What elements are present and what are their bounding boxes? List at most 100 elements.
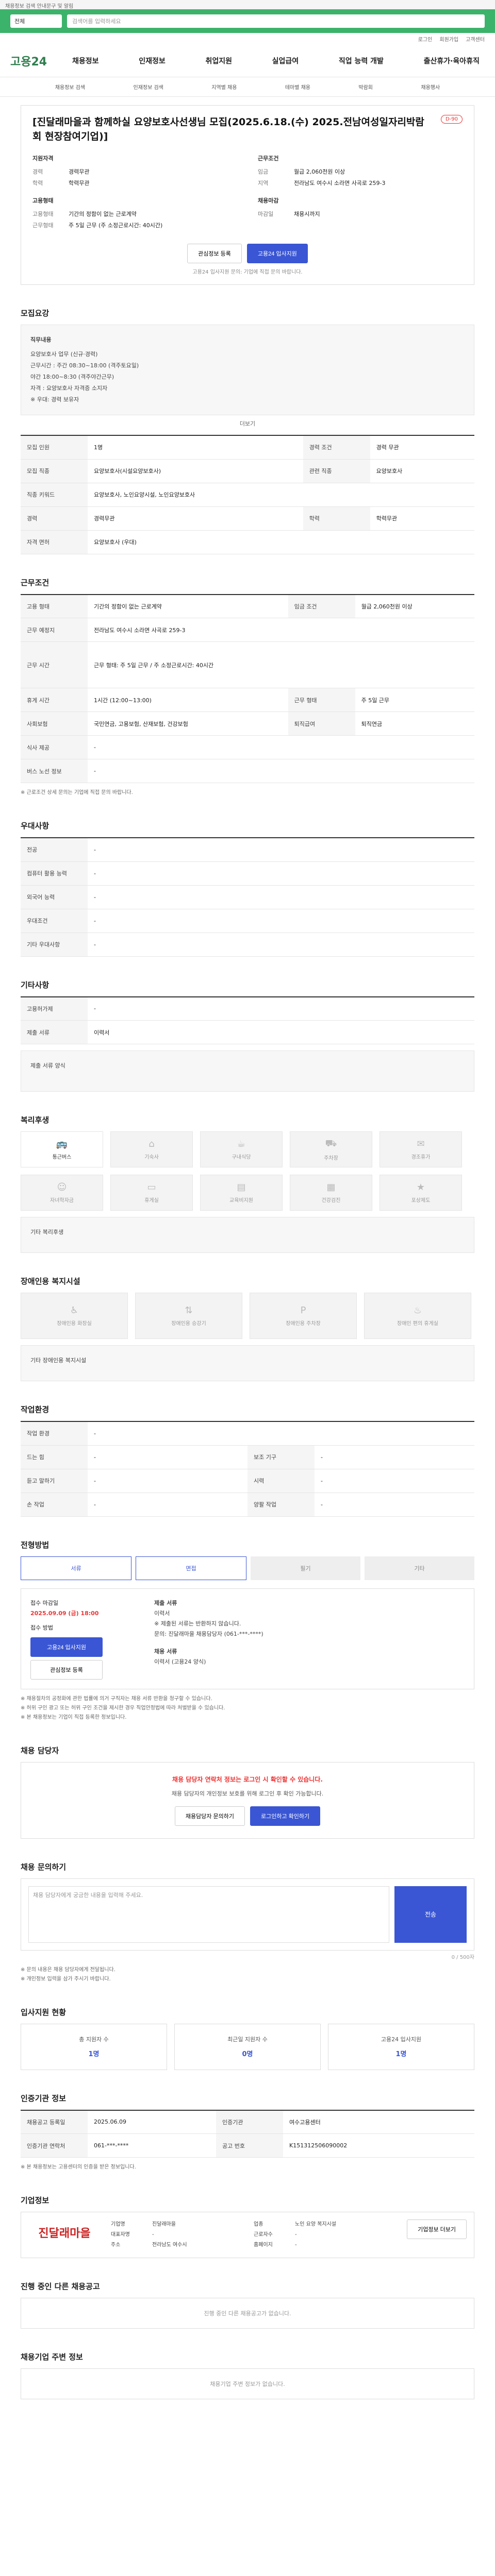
process-step: 기타 — [365, 1556, 474, 1580]
qa-note-line: ※ 개인정보 입력을 삼가 주시기 바랍니다. — [21, 1976, 111, 1982]
section-title-company: 기업정보 — [21, 2196, 50, 2205]
welfare-label: 건강검진 — [321, 1198, 341, 1204]
kv-key: 고용형태 — [32, 211, 54, 217]
apply-button-bottom[interactable]: 고용24 입사지원 — [30, 1637, 103, 1657]
sub-menu-item[interactable]: 테마별 채용 — [285, 83, 310, 91]
stat-value: 1명 — [395, 2050, 407, 2058]
welfare-label: 기숙사 — [144, 1155, 159, 1160]
table-value: 요양보호사 — [370, 459, 474, 483]
table-key: 기타 우대사항 — [21, 933, 88, 957]
company-key: 기업명 — [111, 2222, 125, 2227]
table-value: 월급 2,060천원 이상 — [355, 594, 474, 618]
table-key: 전공 — [21, 838, 88, 862]
search-input[interactable]: 검색어를 입력하세요 — [67, 14, 485, 28]
kv-key: 학력 — [32, 180, 43, 187]
table-key: 직종 키워드 — [21, 483, 88, 507]
menu-item[interactable]: 인재정보 — [139, 56, 166, 66]
other-jobs-empty: 진행 중인 다른 채용공고가 없습니다. — [21, 2298, 474, 2329]
qa-send-button[interactable]: 전송 — [394, 1886, 467, 1943]
table-key: 경력 조건 — [303, 435, 370, 460]
table-key: 채용공고 등록일 — [21, 2110, 88, 2134]
attachment-link[interactable]: 제출 서류 양식 — [30, 1062, 65, 1069]
table-value: 경력 무관 — [370, 435, 474, 460]
table-value: 요양보호사 (우대) — [88, 530, 474, 554]
menu-item[interactable]: 출산휴가·육아휴직 — [424, 56, 480, 66]
sub-menu-item[interactable]: 채용정보 검색 — [55, 83, 85, 91]
sub-menu-item[interactable]: 인재정보 검색 — [133, 83, 163, 91]
company-logo: 진달래마을 — [38, 2227, 91, 2240]
contact-alert: 채용 담당자 연락처 정보는 로그인 시 확인할 수 있습니다. — [172, 1775, 323, 1783]
menu-item[interactable]: 취업지원 — [205, 56, 232, 66]
table-key: 드는 힘 — [21, 1445, 88, 1469]
table-value: 1시간 (12:00~13:00) — [88, 688, 288, 712]
welfare-label: 통근버스 — [52, 1155, 72, 1160]
contact-desc: 채용 담당자의 개인정보 보호를 위해 로그인 후 확인 가능합니다. — [171, 1790, 324, 1797]
help-link[interactable]: 고객센터 — [466, 35, 485, 43]
stat-label: 총 지원자 수 — [79, 2036, 109, 2043]
scrap-button-bottom[interactable]: 관심정보 등록 — [30, 1659, 103, 1680]
table-row: 직종 키워드 요양보호사, 노인요양시설, 노인요양보호사 — [21, 483, 474, 507]
table-value: - — [88, 885, 474, 909]
stat-label: 최근일 지원자 수 — [227, 2036, 268, 2043]
menu-item[interactable]: 채용정보 — [72, 56, 99, 66]
etc-table: 고용허가제 - 제출 서류 이력서 — [21, 996, 474, 1044]
facility-item: ♿ 장애인용 화장실 — [21, 1293, 128, 1339]
table-value: 이력서 — [88, 1020, 474, 1044]
table-value: 2025.06.09 — [88, 2110, 217, 2134]
site-logo[interactable]: 고용24 — [10, 53, 72, 69]
apply-button[interactable]: 고용24 입사지원 — [246, 244, 308, 263]
table-row: 전공 - — [21, 838, 474, 862]
welfare-item: ★ 포상제도 — [380, 1175, 462, 1211]
facility-label: 장애인용 주차장 — [286, 1321, 321, 1327]
qa-box: 채용 담당자에게 궁금한 내용을 입력해 주세요. 전송 — [21, 1878, 474, 1951]
signup-link[interactable]: 회원가입 — [439, 35, 458, 43]
table-value: 경력무관 — [88, 506, 303, 531]
table-row: 기타 우대사항 - — [21, 933, 474, 957]
menu-item[interactable]: 실업급여 — [272, 56, 299, 66]
contact-login-button[interactable]: 로그인하고 확인하기 — [250, 1806, 321, 1826]
gift-icon: ✉ — [417, 1139, 425, 1149]
recruit-line: 야간 18:00~8:30 (격주야간근무) — [30, 374, 114, 380]
welfare-etc-box: 기타 복리후생 — [21, 1217, 474, 1253]
kv-value: 기간의 정함이 없는 근로계약 — [69, 211, 137, 217]
company-key: 홈페이지 — [254, 2242, 273, 2248]
kv-value: 전라남도 여수시 소라면 사곡로 259-3 — [294, 180, 386, 187]
sub-menu-item[interactable]: 지역별 채용 — [211, 83, 237, 91]
table-key: 양팔 작업 — [248, 1493, 315, 1517]
table-key: 작업 환경 — [21, 1421, 88, 1446]
company-more-button[interactable]: 기업정보 더보기 — [407, 2219, 467, 2239]
contact-inquiry-button[interactable]: 채용담당자 문의하기 — [174, 1806, 245, 1826]
main-menu: 채용정보 인재정보 취업지원 실업급여 직업 능력 개발 출산휴가·육아휴직 — [72, 56, 485, 66]
table-key: 사회보험 — [21, 711, 88, 736]
process-step: 서류 — [21, 1556, 131, 1580]
table-key: 모집 인원 — [21, 435, 88, 460]
kv-key: 마감일 — [258, 211, 274, 217]
section-title-origin: 인증기관 정보 — [21, 2093, 67, 2103]
sub-menu-item[interactable]: 박람회 — [358, 83, 373, 91]
scrap-button[interactable]: 관심정보 등록 — [187, 244, 242, 263]
car-icon: ⛟ — [325, 1138, 337, 1149]
table-key: 버스 노선 정보 — [21, 759, 88, 783]
sub-menu-item[interactable]: 채용행사 — [421, 83, 440, 91]
menu-item[interactable]: 직업 능력 개발 — [339, 56, 384, 66]
welfare-item: ▦ 건강검진 — [290, 1175, 372, 1211]
section-title-qa: 채용 문의하기 — [21, 1862, 67, 1872]
company-value: 진달래마을 — [152, 2222, 176, 2227]
login-link[interactable]: 로그인 — [418, 35, 433, 43]
welfare-label: 경조휴가 — [411, 1155, 431, 1160]
company-info-grid: 기업명 진달래마을 업종 노인 요양 복지시설 대표자명 - 근로자수 - 주소 전라남도… — [111, 2219, 397, 2250]
recruit-more-button[interactable]: 더보기 — [21, 419, 474, 428]
table-value: - — [88, 861, 474, 886]
welfare-label: 포상제도 — [411, 1198, 431, 1204]
company-value: 노인 요양 복지시설 — [295, 2222, 337, 2227]
search-category-select[interactable]: 전체 — [10, 14, 62, 28]
process-step: 필기 — [251, 1556, 360, 1580]
qa-textarea[interactable]: 채용 담당자에게 궁금한 내용을 입력해 주세요. — [28, 1886, 389, 1943]
welfare-label: 자녀학자금 — [50, 1198, 74, 1204]
table-value: - — [315, 1493, 474, 1517]
facility-item: ⇅ 장애인용 승강기 — [135, 1293, 242, 1339]
table-row: 컴퓨터 활용 능력 - — [21, 861, 474, 886]
process-steps: 서류 면접 필기 기타 — [21, 1556, 474, 1580]
welfare-etc-label: 기타 복리후생 — [30, 1229, 64, 1235]
table-key: 관련 직종 — [303, 459, 370, 483]
